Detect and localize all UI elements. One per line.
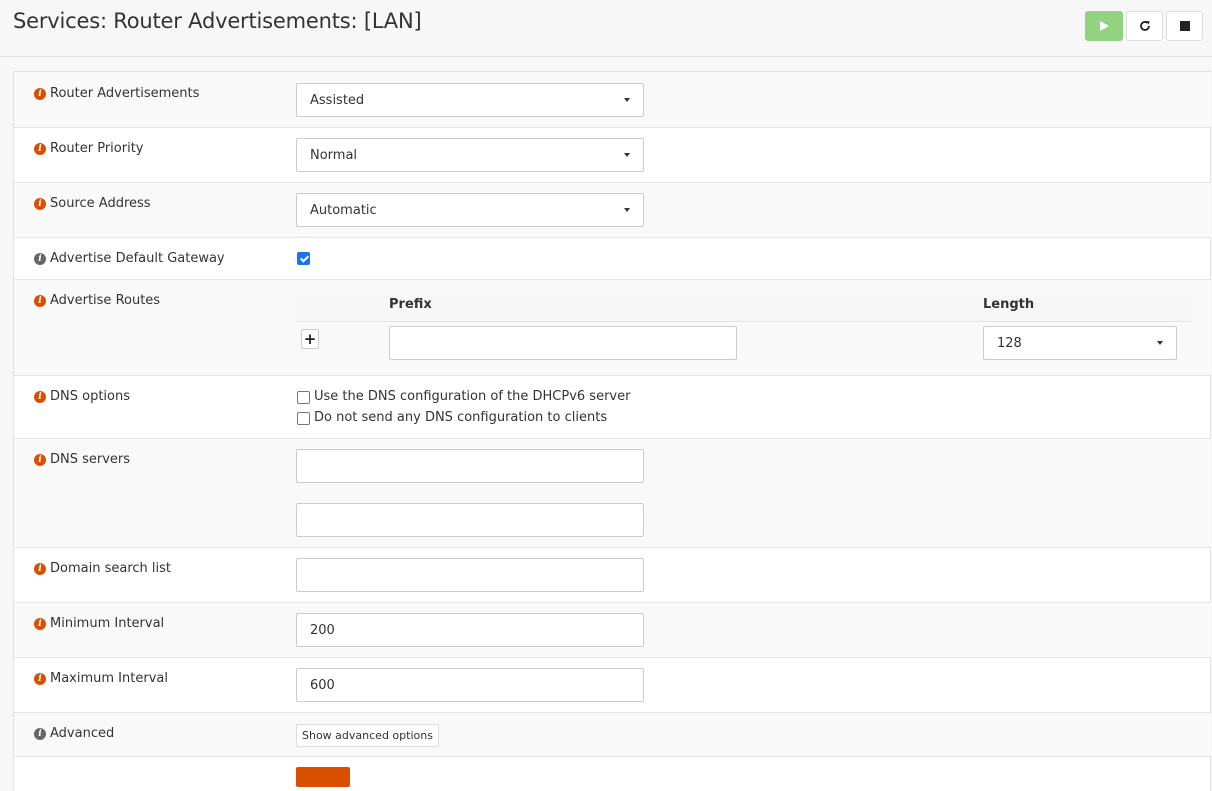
length-column-header: Length	[983, 297, 1035, 312]
prefix-column-header: Prefix	[389, 297, 432, 312]
advertise-default-gateway-checkbox[interactable]	[297, 252, 310, 265]
show-advanced-options-button[interactable]: Show advanced options	[296, 724, 439, 747]
source-address-label: Source Address	[50, 196, 151, 211]
router-priority-select[interactable]: Normal	[296, 138, 644, 172]
row-dns-servers: i DNS servers	[14, 439, 1211, 548]
row-router-advertisements: i Router Advertisements Assisted	[14, 72, 1211, 128]
dns-servers-label: DNS servers	[50, 452, 131, 467]
page-title: Services: Router Advertisements: [LAN]	[13, 9, 422, 33]
stop-service-button[interactable]	[1166, 11, 1203, 41]
dns-use-dhcpv6-checkbox[interactable]	[297, 391, 310, 404]
dns-no-config-checkbox[interactable]	[297, 412, 310, 425]
router-priority-label: Router Priority	[50, 141, 144, 156]
router-advertisements-label: Router Advertisements	[50, 86, 200, 101]
minimum-interval-input[interactable]	[296, 613, 644, 647]
info-icon[interactable]: i	[34, 390, 46, 403]
info-icon[interactable]: i	[34, 672, 46, 685]
advertise-default-gateway-label: Advertise Default Gateway	[50, 251, 225, 266]
dns-options-label: DNS options	[50, 389, 130, 404]
advanced-label: Advanced	[50, 726, 115, 741]
info-icon[interactable]: i	[34, 87, 46, 100]
source-address-select[interactable]: Automatic	[296, 193, 644, 227]
dns-no-config-label: Do not send any DNS configuration to cli…	[314, 410, 608, 425]
info-icon[interactable]: i	[34, 294, 46, 307]
caret-down-icon	[624, 98, 630, 102]
info-icon[interactable]: i	[34, 252, 46, 265]
restart-icon	[1139, 21, 1150, 31]
maximum-interval-label: Maximum Interval	[50, 671, 168, 686]
router-advertisements-select[interactable]: Assisted	[296, 83, 644, 117]
row-maximum-interval: i Maximum Interval	[14, 658, 1211, 713]
caret-down-icon	[1157, 341, 1163, 345]
caret-down-icon	[624, 153, 630, 157]
dns-use-dhcpv6-label: Use the DNS configuration of the DHCPv6 …	[314, 389, 631, 404]
info-icon[interactable]: i	[34, 142, 46, 155]
row-advertise-default-gateway: i Advertise Default Gateway	[14, 238, 1211, 280]
minimum-interval-label: Minimum Interval	[50, 616, 165, 631]
domain-search-list-label: Domain search list	[50, 561, 171, 576]
plus-icon: +	[303, 329, 317, 348]
caret-down-icon	[624, 208, 630, 212]
domain-search-list-input[interactable]	[296, 558, 644, 592]
stop-icon	[1179, 21, 1190, 31]
row-advanced: i Advanced Show advanced options	[14, 713, 1211, 757]
info-icon[interactable]: i	[34, 197, 46, 210]
route-prefix-input[interactable]	[389, 326, 737, 360]
row-dns-options: i DNS options Use the DNS configuration …	[14, 376, 1211, 439]
row-domain-search-list: i Domain search list	[14, 548, 1211, 603]
row-advertise-routes: i Advertise Routes Prefix Length + 128	[14, 280, 1211, 376]
save-button[interactable]	[296, 767, 350, 787]
route-length-select[interactable]: 128	[983, 326, 1177, 360]
maximum-interval-input[interactable]	[296, 668, 644, 702]
info-icon[interactable]: i	[34, 617, 46, 630]
restart-service-button[interactable]	[1126, 11, 1163, 41]
page-header: Services: Router Advertisements: [LAN]	[0, 0, 1212, 57]
add-route-button[interactable]: +	[301, 329, 319, 349]
row-router-priority: i Router Priority Normal	[14, 128, 1211, 183]
dns-server-1-input[interactable]	[296, 449, 644, 483]
start-service-button[interactable]	[1085, 11, 1123, 41]
dns-server-2-input[interactable]	[296, 503, 644, 537]
info-icon[interactable]: i	[34, 562, 46, 575]
play-icon	[1099, 21, 1109, 31]
row-minimum-interval: i Minimum Interval	[14, 603, 1211, 658]
info-icon[interactable]: i	[34, 453, 46, 466]
info-icon[interactable]: i	[34, 727, 46, 740]
row-source-address: i Source Address Automatic	[14, 183, 1211, 238]
advertise-routes-label: Advertise Routes	[50, 293, 161, 308]
